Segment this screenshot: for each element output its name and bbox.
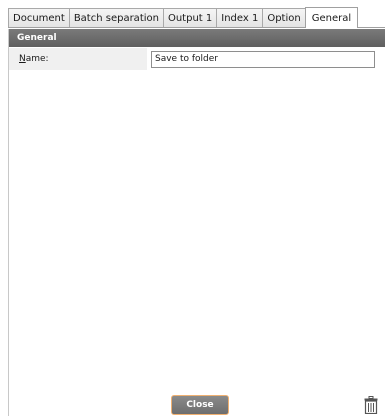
- name-label-text: ame:: [25, 54, 49, 64]
- tab-document[interactable]: Document: [8, 8, 70, 27]
- name-input[interactable]: [151, 50, 375, 68]
- trash-icon[interactable]: [364, 396, 378, 414]
- tab-output-1[interactable]: Output 1: [162, 8, 218, 27]
- tab-content-general: General Name:: [8, 29, 385, 416]
- section-header: General: [9, 29, 385, 47]
- tab-bar: Document Batch separation Output 1 Index…: [8, 7, 385, 28]
- tab-batch-separation[interactable]: Batch separation: [68, 8, 164, 27]
- name-label: Name:: [9, 48, 147, 70]
- tab-general[interactable]: General: [304, 7, 359, 28]
- name-label-accelerator: N: [19, 54, 26, 64]
- section-title: General: [17, 33, 57, 43]
- name-property-row: Name:: [9, 48, 385, 70]
- close-button[interactable]: Close: [171, 395, 229, 415]
- tab-option[interactable]: Option: [262, 8, 306, 27]
- tab-index-1[interactable]: Index 1: [216, 8, 264, 27]
- properties-window: Document Batch separation Output 1 Index…: [0, 0, 385, 416]
